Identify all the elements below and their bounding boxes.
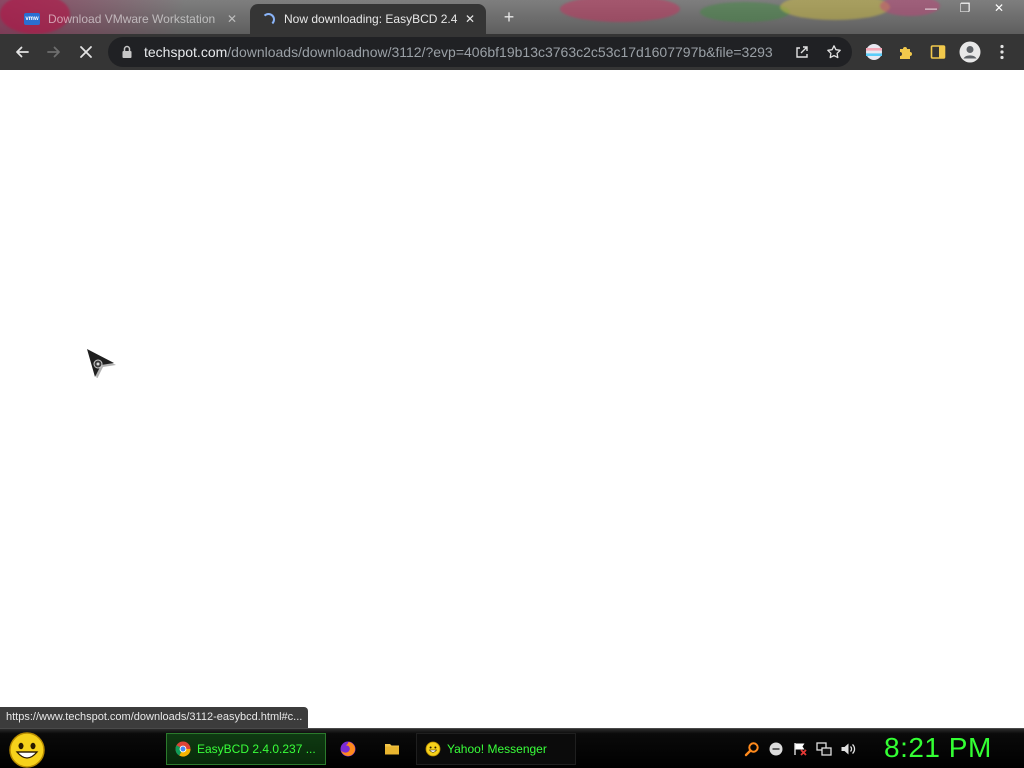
tab-title: Now downloading: EasyBCD 2.4: [284, 12, 458, 26]
kebab-menu-icon[interactable]: [988, 38, 1016, 66]
maximize-button[interactable]: ❐: [954, 1, 976, 15]
mouse-cursor-icon: [86, 348, 116, 379]
side-panel-icon[interactable]: [924, 38, 952, 66]
tab-close-icon[interactable]: ✕: [224, 11, 240, 27]
tab-easybcd-download[interactable]: Now downloading: EasyBCD 2.4 ✕: [250, 4, 486, 34]
tab-vmware-download[interactable]: vmw Download VMware Workstation ✕: [14, 4, 248, 34]
screen: vmw Download VMware Workstation ✕ Now do…: [0, 0, 1024, 768]
taskbar-item-label: EasyBCD 2.4.0.237 ...: [197, 742, 316, 756]
taskbar-item-chrome[interactable]: EasyBCD 2.4.0.237 ...: [166, 733, 326, 765]
system-tray: [744, 741, 856, 757]
vmware-icon: vmw: [24, 11, 40, 27]
tab-strip: vmw Download VMware Workstation ✕ Now do…: [0, 0, 1024, 34]
yahoo-smiley-icon: [425, 741, 441, 757]
taskbar-clock[interactable]: 8:21 PM: [884, 732, 992, 764]
network-icon[interactable]: [816, 741, 832, 757]
minimize-button[interactable]: —: [920, 1, 942, 15]
puzzle-icon[interactable]: [892, 38, 920, 66]
tab-title: Download VMware Workstation: [48, 12, 216, 26]
tab-close-icon[interactable]: ✕: [462, 11, 478, 27]
folder-icon: [385, 744, 399, 755]
star-icon[interactable]: [820, 38, 848, 66]
chrome-icon: [175, 741, 191, 757]
smiley-start-icon[interactable]: [8, 731, 46, 768]
extension-icon[interactable]: [860, 38, 888, 66]
taskbar-item-label: Yahoo! Messenger: [447, 742, 547, 756]
messenger-icon[interactable]: [768, 741, 784, 757]
firefox-icon: [340, 741, 356, 757]
search-icon[interactable]: [744, 741, 760, 757]
taskbar-item-folder[interactable]: [380, 733, 408, 765]
taskbar-item-firefox[interactable]: [336, 733, 364, 765]
new-tab-button[interactable]: +: [500, 8, 518, 26]
share-icon[interactable]: [788, 38, 816, 66]
address-bar[interactable]: techspot.com/downloads/downloadnow/3112/…: [108, 37, 852, 67]
flag-icon[interactable]: [792, 741, 808, 757]
loading-spinner-icon: [260, 11, 276, 27]
profile-avatar-icon[interactable]: [956, 38, 984, 66]
taskbar: EasyBCD 2.4.0.237 ... Yahoo! Messenger 8…: [0, 728, 1024, 768]
link-status-bubble: https://www.techspot.com/downloads/3112-…: [0, 707, 309, 728]
stop-loading-icon[interactable]: [72, 38, 100, 66]
forward-arrow-icon[interactable]: [40, 38, 68, 66]
url-text[interactable]: techspot.com/downloads/downloadnow/3112/…: [144, 44, 788, 60]
volume-icon[interactable]: [840, 741, 856, 757]
window-controls: — ❐ ✕: [920, 1, 1010, 15]
close-window-button[interactable]: ✕: [988, 1, 1010, 15]
lock-icon[interactable]: [120, 45, 134, 59]
taskbar-item-yahoo-messenger[interactable]: Yahoo! Messenger: [416, 733, 576, 765]
page-content[interactable]: [0, 70, 1024, 728]
back-arrow-icon[interactable]: [8, 38, 36, 66]
browser-toolbar: techspot.com/downloads/downloadnow/3112/…: [0, 34, 1024, 70]
